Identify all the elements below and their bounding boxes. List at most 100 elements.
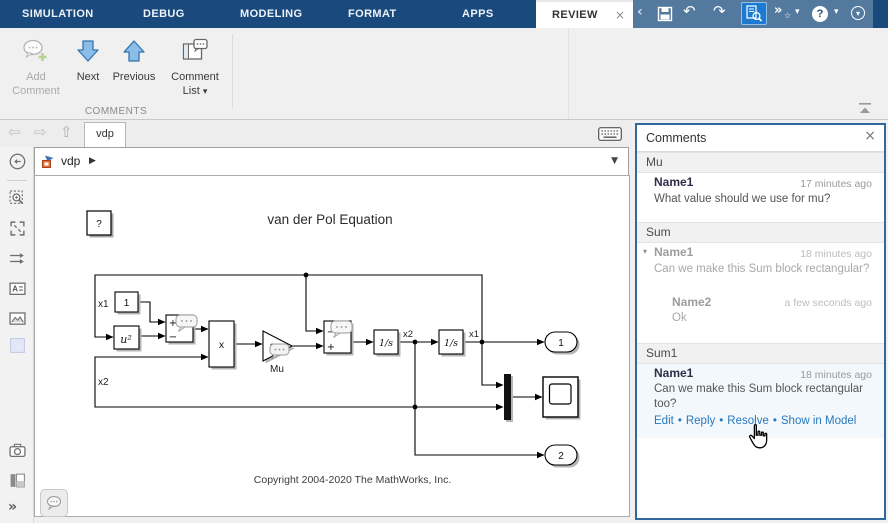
breadcrumb-dropdown-icon[interactable]: ▼ xyxy=(611,148,618,175)
hand-cursor-icon xyxy=(746,423,770,451)
section-header-sum[interactable]: Sum xyxy=(637,222,884,243)
svg-text:1: 1 xyxy=(124,298,130,309)
comment-list-button[interactable]: Comment List ▾ xyxy=(162,36,228,99)
save-icon[interactable] xyxy=(657,6,673,22)
canvas-palette: A » xyxy=(0,147,34,523)
add-shortcuts-icon[interactable]: » xyxy=(774,3,782,18)
comment-timestamp: 18 minutes ago xyxy=(800,248,872,260)
fit-to-view-icon[interactable] xyxy=(8,219,26,237)
tab-debug[interactable]: DEBUG xyxy=(143,0,185,28)
breadcrumb-expand-icon[interactable]: ▶ xyxy=(89,148,96,175)
toolbar-overflow-icon[interactable]: ‹ xyxy=(637,4,643,20)
signal-line-x1-to-mux xyxy=(482,342,503,385)
next-label: Next xyxy=(77,71,100,83)
annotation-icon[interactable]: A xyxy=(8,279,26,297)
show-in-model-link[interactable]: Show in Model xyxy=(781,415,856,427)
previous-comment-button[interactable]: Previous xyxy=(108,36,160,84)
shortcut-star-icon: ☆ xyxy=(784,11,791,20)
forward-icon[interactable]: ⇨ xyxy=(34,123,47,141)
keyboard-icon[interactable] xyxy=(598,127,622,141)
zoom-region-icon[interactable] xyxy=(8,189,26,207)
close-review-tab-icon[interactable]: × xyxy=(615,7,625,23)
block-integrator-2[interactable]: 1/s xyxy=(439,330,466,357)
block-integrator-1[interactable]: 1/s xyxy=(374,330,401,357)
image-icon[interactable] xyxy=(8,309,26,327)
junction-dot xyxy=(480,340,485,345)
tab-modeling[interactable]: MODELING xyxy=(240,0,302,28)
comment-bubble-icon xyxy=(45,495,63,511)
breadcrumb-bar[interactable]: vdp ▶ ▼ xyxy=(34,147,629,176)
svg-text:?: ? xyxy=(96,219,102,230)
next-comment-button[interactable]: Next xyxy=(70,36,106,84)
help-dropdown-icon[interactable]: ▾ xyxy=(834,7,839,17)
block-more-info[interactable]: ? xyxy=(87,211,114,238)
add-comment-label1: Add xyxy=(26,71,46,83)
add-comment-button[interactable]: Add Comment xyxy=(6,36,66,98)
svg-text:u²: u² xyxy=(120,333,132,346)
signal-line-x1-feedback xyxy=(95,275,482,342)
viewmark-icon[interactable] xyxy=(8,336,26,354)
up-to-parent-icon[interactable]: ⇧ xyxy=(60,123,73,141)
simulink-review-window: SIMULATION DEBUG MODELING FORMAT APPS RE… xyxy=(0,0,888,523)
svg-text:−: − xyxy=(169,332,177,343)
tab-format[interactable]: FORMAT xyxy=(348,0,397,28)
previous-label: Previous xyxy=(113,71,156,83)
block-square-fcn[interactable]: u² xyxy=(114,326,142,352)
block-outport-1[interactable]: 1 xyxy=(545,332,580,355)
comment-body: What value should we use for mu? xyxy=(654,193,830,205)
block-constant[interactable]: 1 xyxy=(115,292,141,315)
undo-icon[interactable]: ↶ xyxy=(683,2,696,20)
svg-text:1/s: 1/s xyxy=(379,338,393,349)
document-tab-vdp[interactable]: vdp xyxy=(84,122,126,147)
show-comments-button[interactable] xyxy=(40,489,68,517)
reply-link[interactable]: Reply xyxy=(686,415,715,427)
signal-lines xyxy=(95,275,544,455)
ribbon-group-label: COMMENTS xyxy=(0,106,232,117)
library-browser-icon[interactable] xyxy=(8,471,26,489)
hide-ribbon-icon[interactable]: ▾ xyxy=(851,6,865,20)
copyright-annotation: Copyright 2004-2020 The MathWorks, Inc. xyxy=(230,474,475,486)
add-comment-label2: Comment xyxy=(12,85,60,97)
comments-panel-title: Comments xyxy=(646,131,706,145)
next-arrow-icon xyxy=(77,39,99,63)
tab-review-active[interactable]: REVIEW × xyxy=(536,0,633,28)
link-separator: • xyxy=(719,415,723,427)
screenshot-icon[interactable] xyxy=(8,441,26,459)
collapse-thread-icon[interactable]: ▾ xyxy=(643,247,647,256)
palette-more-icon[interactable]: » xyxy=(8,499,17,515)
review-ribbon: Add Comment Next Previous xyxy=(0,28,888,120)
link-separator: • xyxy=(773,415,777,427)
hide-browser-icon[interactable] xyxy=(8,152,26,170)
tab-simulation[interactable]: SIMULATION xyxy=(22,0,94,28)
redo-icon[interactable]: ↷ xyxy=(713,2,726,20)
breadcrumb-model-name[interactable]: vdp xyxy=(61,148,80,175)
close-comments-icon[interactable]: × xyxy=(864,128,876,144)
comment-author: Name1 xyxy=(654,366,693,380)
comments-panel: Comments × Mu Name1 17 minutes ago What … xyxy=(635,123,886,520)
back-icon[interactable]: ⇦ xyxy=(8,123,21,141)
collapse-ribbon-icon[interactable] xyxy=(858,102,872,114)
help-icon[interactable]: ? xyxy=(812,6,828,22)
comment-author: Name1 xyxy=(654,245,693,259)
block-mux[interactable] xyxy=(504,374,513,422)
comment-list-label2: List xyxy=(183,85,200,97)
section-header-sum1[interactable]: Sum1 xyxy=(637,343,884,364)
comment-indicator-icon[interactable] xyxy=(270,344,289,359)
search-highlighted-button[interactable] xyxy=(741,2,767,25)
signal-lines-icon[interactable] xyxy=(8,249,26,267)
comment-author: Name1 xyxy=(654,175,693,189)
shortcuts-dropdown-icon[interactable]: ▾ xyxy=(795,7,800,17)
block-outport-2[interactable]: 2 xyxy=(545,445,580,468)
svg-text:2: 2 xyxy=(558,451,564,462)
comment-list-label1: Comment xyxy=(171,71,219,83)
edit-link[interactable]: Edit xyxy=(654,415,674,427)
comment-list-icon xyxy=(181,38,209,64)
block-product[interactable]: x xyxy=(209,321,237,370)
signal-line-x2-to-product xyxy=(95,357,415,407)
section-header-mu[interactable]: Mu xyxy=(637,152,884,173)
toolstrip-tabbar: SIMULATION DEBUG MODELING FORMAT APPS RE… xyxy=(0,0,888,28)
tab-apps[interactable]: APPS xyxy=(462,0,494,28)
signal-line-constant-to-sum xyxy=(138,302,165,322)
link-separator: • xyxy=(678,415,682,427)
block-scope[interactable] xyxy=(543,377,581,420)
